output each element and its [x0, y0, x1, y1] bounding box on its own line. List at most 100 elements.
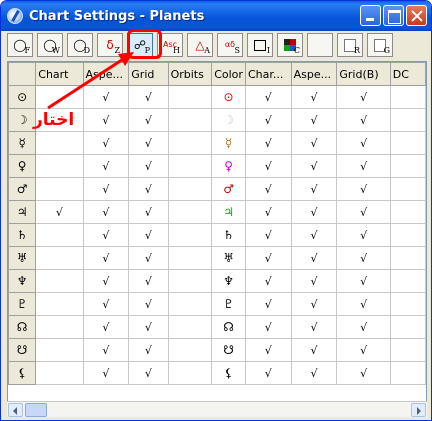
orbits-cell[interactable]	[167, 246, 213, 270]
orbits-cell[interactable]	[167, 85, 213, 109]
color-cell[interactable]: ♇	[211, 292, 246, 316]
dc-cell[interactable]	[389, 85, 426, 109]
gridb-cell[interactable]: √	[336, 177, 391, 201]
color-cell[interactable]: ☽	[211, 108, 246, 132]
color-cell[interactable]: ☋	[211, 338, 246, 362]
grid-cell[interactable]: √	[128, 269, 169, 293]
grid-cell[interactable]: √	[128, 361, 169, 385]
chart-cell[interactable]	[35, 131, 84, 155]
color-cell[interactable]: ⊙	[211, 85, 246, 109]
planet-symbol[interactable]: ☽	[8, 108, 37, 132]
toolbar-button-page-R[interactable]: R	[337, 33, 363, 57]
orbits-cell[interactable]	[167, 338, 213, 362]
column-header-1[interactable]: Chart	[35, 62, 84, 86]
chart-cell[interactable]	[35, 269, 84, 293]
toolbar-button-alpha-S[interactable]: αδ S	[217, 33, 243, 57]
aspects-cell[interactable]: √	[82, 108, 130, 132]
column-header-2[interactable]: Aspe...	[82, 62, 130, 86]
planet-symbol[interactable]: ☊	[8, 315, 37, 339]
chart-cell[interactable]	[35, 246, 84, 270]
char-cell[interactable]: √	[244, 269, 292, 293]
chart-cell[interactable]	[35, 223, 84, 247]
toolbar-button-box-I[interactable]: I	[247, 33, 273, 57]
aspe2-cell[interactable]: √	[290, 108, 338, 132]
char-cell[interactable]: √	[244, 361, 292, 385]
color-cell[interactable]: ♅	[211, 246, 246, 270]
planet-symbol[interactable]: ☋	[8, 338, 37, 362]
planet-symbol[interactable]: ♃	[8, 200, 37, 224]
chart-cell[interactable]	[35, 154, 84, 178]
scroll-left-button[interactable]	[8, 403, 23, 417]
aspects-cell[interactable]: √	[82, 338, 130, 362]
aspects-cell[interactable]: √	[82, 85, 130, 109]
chart-cell[interactable]	[35, 177, 84, 201]
column-header-7[interactable]: Aspe...	[290, 62, 338, 86]
grid-cell[interactable]: √	[128, 154, 169, 178]
dc-cell[interactable]	[389, 246, 426, 270]
gridb-cell[interactable]: √	[336, 292, 391, 316]
dc-cell[interactable]	[389, 200, 426, 224]
grid-cell[interactable]: √	[128, 246, 169, 270]
scroll-right-button[interactable]	[411, 403, 426, 417]
aspects-cell[interactable]: √	[82, 361, 130, 385]
grid-cell[interactable]: √	[128, 131, 169, 155]
aspects-cell[interactable]: √	[82, 292, 130, 316]
title-bar[interactable]: Chart Settings - Planets	[1, 1, 431, 31]
column-header-8[interactable]: Grid(B)	[336, 62, 391, 86]
char-cell[interactable]: √	[244, 338, 292, 362]
gridb-cell[interactable]: √	[336, 338, 391, 362]
grid-cell[interactable]: √	[128, 108, 169, 132]
aspects-cell[interactable]: √	[82, 315, 130, 339]
aspe2-cell[interactable]: √	[290, 85, 338, 109]
orbits-cell[interactable]	[167, 200, 213, 224]
gridb-cell[interactable]: √	[336, 108, 391, 132]
char-cell[interactable]: √	[244, 223, 292, 247]
planet-symbol[interactable]: ♅	[8, 246, 37, 270]
aspe2-cell[interactable]: √	[290, 177, 338, 201]
orbits-cell[interactable]	[167, 361, 213, 385]
color-cell[interactable]: ♃	[211, 200, 246, 224]
toolbar-button-color-grid-C[interactable]: C	[277, 33, 303, 57]
char-cell[interactable]: √	[244, 200, 292, 224]
aspe2-cell[interactable]: √	[290, 223, 338, 247]
char-cell[interactable]: √	[244, 177, 292, 201]
grid-cell[interactable]: √	[128, 177, 169, 201]
orbits-cell[interactable]	[167, 315, 213, 339]
chart-cell[interactable]	[35, 315, 84, 339]
planet-symbol[interactable]: ♀	[8, 154, 37, 178]
planet-symbol[interactable]: ♆	[8, 269, 37, 293]
char-cell[interactable]: √	[244, 85, 292, 109]
grid-cell[interactable]: √	[128, 292, 169, 316]
toolbar-button-font-T[interactable]	[307, 33, 333, 57]
toolbar-button-triangle-A[interactable]: △ A	[187, 33, 213, 57]
chart-cell[interactable]: √	[35, 200, 84, 224]
orbits-cell[interactable]	[167, 154, 213, 178]
orbits-cell[interactable]	[167, 223, 213, 247]
close-button[interactable]	[406, 5, 427, 26]
dc-cell[interactable]	[389, 108, 426, 132]
gridb-cell[interactable]: √	[336, 154, 391, 178]
planet-symbol[interactable]: ⚸	[8, 361, 37, 385]
toolbar-button-circle-W[interactable]: ◯ W	[37, 33, 63, 57]
char-cell[interactable]: √	[244, 108, 292, 132]
gridb-cell[interactable]: √	[336, 269, 391, 293]
orbits-cell[interactable]	[167, 292, 213, 316]
grid-cell[interactable]: √	[128, 85, 169, 109]
maximize-button[interactable]	[383, 5, 404, 26]
gridb-cell[interactable]: √	[336, 131, 391, 155]
planet-symbol[interactable]: ☿	[8, 131, 37, 155]
aspects-cell[interactable]: √	[82, 154, 130, 178]
horizontal-scrollbar[interactable]	[7, 401, 427, 417]
dc-cell[interactable]	[389, 223, 426, 247]
orbits-cell[interactable]	[167, 108, 213, 132]
aspe2-cell[interactable]: √	[290, 200, 338, 224]
grid-cell[interactable]: √	[128, 338, 169, 362]
char-cell[interactable]: √	[244, 315, 292, 339]
gridb-cell[interactable]: √	[336, 246, 391, 270]
grid-cell[interactable]: √	[128, 315, 169, 339]
color-cell[interactable]: ⚸	[211, 361, 246, 385]
color-cell[interactable]: ☊	[211, 315, 246, 339]
char-cell[interactable]: √	[244, 246, 292, 270]
aspects-cell[interactable]: √	[82, 269, 130, 293]
dc-cell[interactable]	[389, 315, 426, 339]
